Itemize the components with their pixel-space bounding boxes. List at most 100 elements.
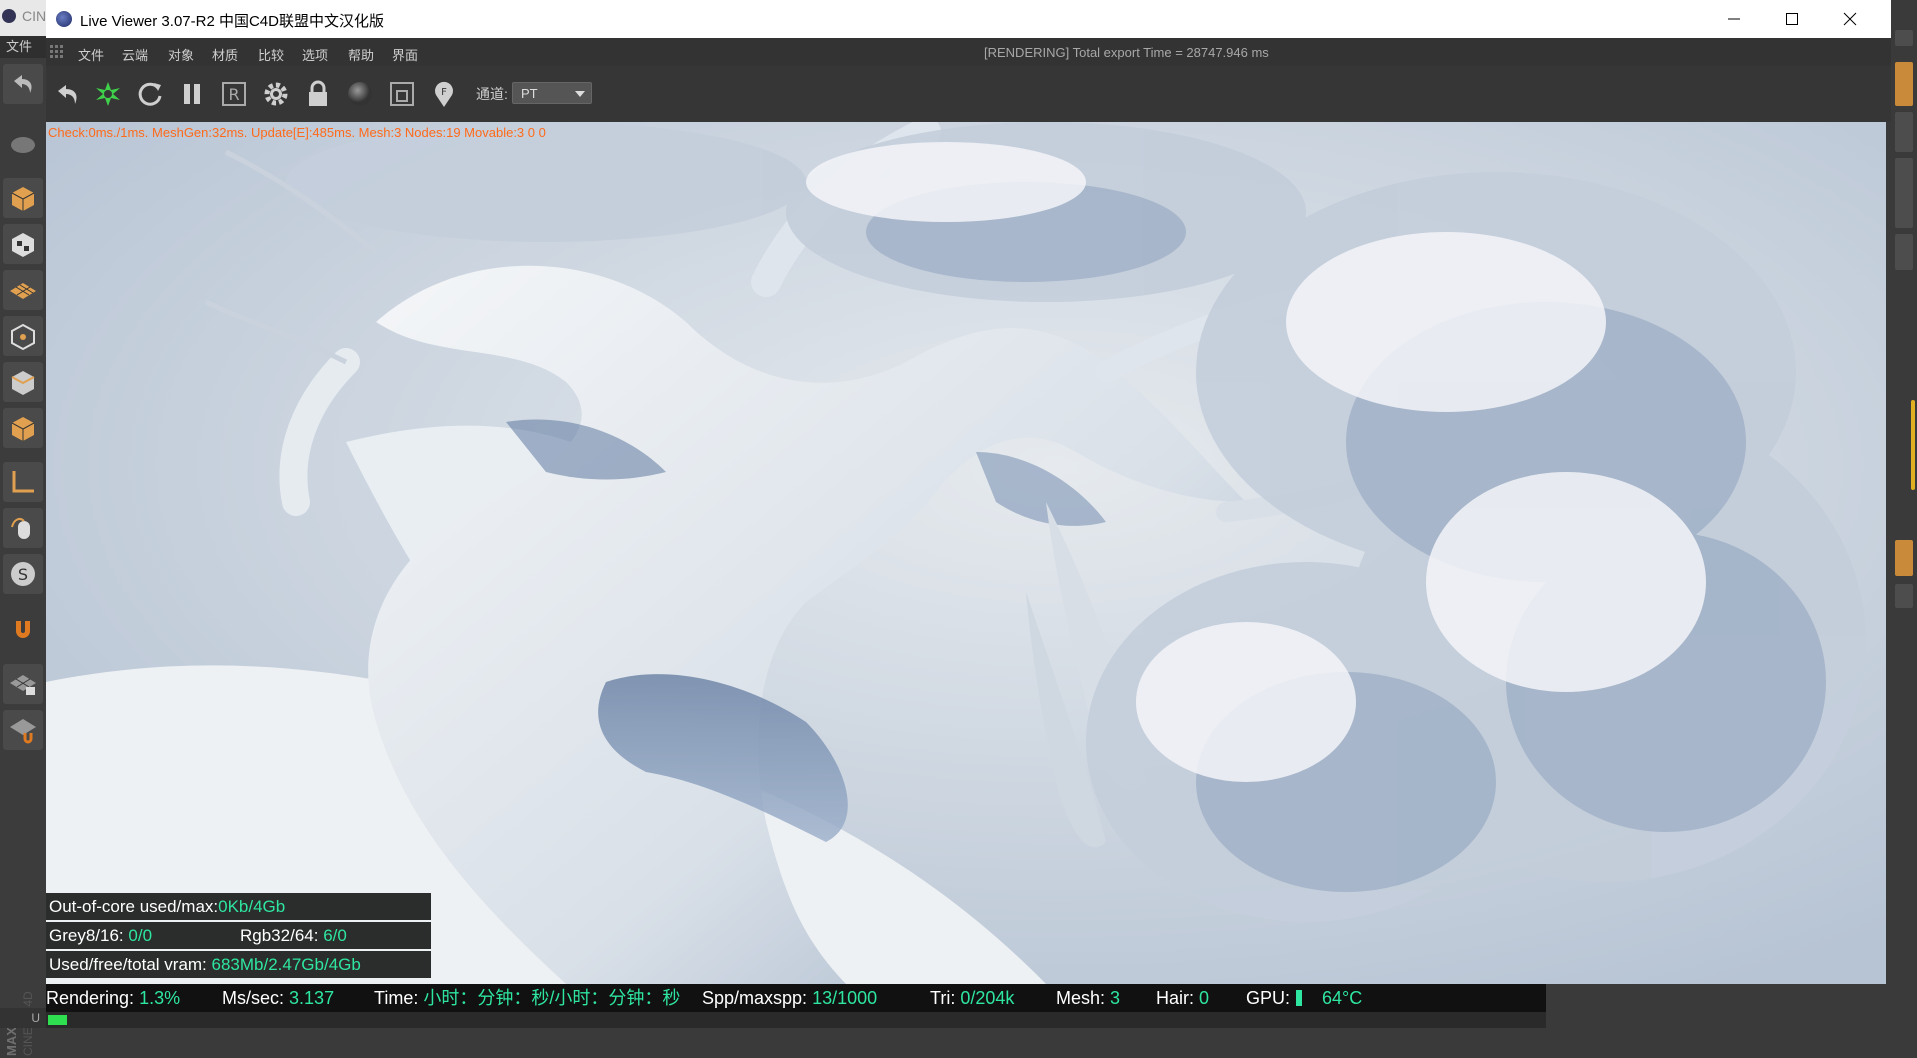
region-r-icon[interactable]: R [216,76,252,112]
mesh-label: Mesh: [1056,988,1106,1008]
rendering-stat: Rendering: 1.3% [46,984,180,1012]
tweak-mouse-icon[interactable] [3,508,43,548]
outofcore-value: 0Kb/4Gb [218,897,286,916]
background-file-menu[interactable]: 文件 [0,36,46,58]
takes-tab[interactable] [1895,112,1913,152]
grey-value: 0/0 [128,926,153,945]
menu-options[interactable]: 选项 [302,45,328,64]
rgb-label: Rgb32/64: [240,926,319,945]
outofcore-stat: Out-of-core used/max:0Kb/4Gb [46,893,431,920]
vram-stat: Used/free/total vram: 683Mb/2.47Gb/4Gb [46,951,431,978]
ms-label: Ms/sec: [222,988,285,1008]
undo-icon[interactable] [50,76,86,112]
close-icon[interactable] [1821,0,1879,38]
rgb-value: 6/0 [323,926,347,945]
undo-view-icon[interactable] [3,64,43,104]
window-titlebar[interactable]: Live Viewer 3.07-R2 中国C4D联盟中文汉化版 [46,0,1891,39]
svg-text:F: F [441,87,447,98]
channel-select-value: PT [521,86,538,101]
hair-stat: Hair: 0 [1156,984,1209,1012]
tri-label: Tri: [930,988,956,1008]
texture-count-stat: Grey8/16: 0/0 Rgb32/64: 6/0 [46,922,431,949]
hair-value: 0 [1199,988,1210,1008]
render-icon[interactable] [90,76,126,112]
grid-lock-icon[interactable] [3,664,43,704]
mesh-value: 3 [1110,988,1121,1008]
menu-file[interactable]: 文件 [78,45,104,64]
grip-icon [50,45,63,58]
model-mode-icon[interactable] [3,178,43,218]
time-label: Time: [374,988,419,1008]
maximize-icon[interactable] [1763,0,1821,38]
background-app-title: CIN [22,8,47,24]
attributes-tab[interactable] [1895,540,1913,576]
viewer-toolbar: R F 通道: PT [46,66,1891,122]
spp-label: Spp/maxspp: [702,988,808,1008]
scroll-marker [1911,400,1915,490]
gpu-label: GPU: [1246,988,1291,1008]
lock-icon[interactable] [300,76,336,112]
live-viewer-window: Live Viewer 3.07-R2 中国C4D联盟中文汉化版 文件 云端 对… [46,0,1891,1028]
texture-mode-icon[interactable] [3,224,43,264]
gpu-stat: GPU: [1246,984,1290,1012]
channel-label: 通道: [476,86,508,102]
workplane-icon[interactable] [3,270,43,310]
pin-f-icon[interactable]: F [426,76,462,112]
debug-info-text: Check:0ms./1ms. MeshGen:32ms. Update[E]:… [48,125,546,140]
settings-gear-icon[interactable] [258,76,294,112]
rendered-tree-image [46,122,1886,984]
tri-value: 0/204k [960,988,1015,1008]
ms-stat: Ms/sec: 3.137 [222,984,334,1012]
render-progress-track [46,1012,1546,1028]
menu-cloud[interactable]: 云端 [122,45,148,64]
menu-object[interactable]: 对象 [168,45,194,64]
snap-s-icon[interactable]: S [3,554,43,594]
background-bottom-label: U [0,1008,46,1028]
minimize-icon[interactable] [1705,0,1763,38]
render-viewport[interactable]: Check:0ms./1ms. MeshGen:32ms. Update[E]:… [46,122,1886,984]
cinema4d-logo-icon [2,9,16,23]
channel-select[interactable]: PT [512,82,592,104]
objects-tab[interactable] [1895,62,1913,106]
polygons-mode-icon[interactable] [3,408,43,448]
menu-material[interactable]: 材质 [212,45,238,64]
maxon-cinema4d-vertical-logo: MAXON CINEMA 4D [4,991,35,1056]
c4d-right-tab-strip [1891,0,1917,1028]
menu-compare[interactable]: 比较 [258,45,284,64]
time-value: 小时：分钟：秒/小时：分钟：秒 [423,988,681,1008]
tri-stat: Tri: 0/204k [930,984,1014,1012]
render-stats-bar: Rendering: 1.3% Ms/sec: 3.137 Time: 小时：分… [46,984,1546,1012]
content-browser-tab[interactable] [1895,158,1913,228]
rgb-stat: Rgb32/64: 6/0 [240,922,347,949]
grey-label: Grey8/16: [49,926,124,945]
vram-label: Used/free/total vram: [49,955,207,974]
frame-icon[interactable] [384,76,420,112]
restart-icon[interactable] [132,76,168,112]
structure-tab[interactable] [1895,234,1913,270]
gpu-load-bar [1296,990,1302,1006]
sculpt-icon[interactable] [3,122,43,162]
grid-magnet-icon[interactable] [3,710,43,750]
edges-mode-icon[interactable] [3,362,43,402]
background-app-titlebar: CIN [0,0,46,36]
rendering-label: Rendering: [46,988,135,1008]
magnet-icon[interactable] [3,610,43,650]
menu-help[interactable]: 帮助 [348,45,374,64]
menu-interface[interactable]: 界面 [392,45,418,64]
points-mode-icon[interactable] [3,316,43,356]
svg-text:R: R [228,85,239,104]
chevron-down-icon [575,91,585,97]
outofcore-label: Out-of-core used/max: [49,897,219,916]
sphere-icon[interactable] [342,76,378,112]
gpu-temp: 64°C [1322,988,1363,1008]
menu-bar: 文件 云端 对象 材质 比较 选项 帮助 界面 [RENDERING] Tota… [46,38,1891,66]
svg-text:S: S [18,565,28,584]
window-title: Live Viewer 3.07-R2 中国C4D联盟中文汉化版 [80,13,384,30]
rendering-value: 1.3% [139,988,181,1008]
spp-value: 13/1000 [812,988,878,1008]
axis-icon[interactable] [3,462,43,502]
time-stat: Time: 小时：分钟：秒/小时：分钟：秒 [374,984,680,1012]
pause-icon[interactable] [174,76,210,112]
layers-tab[interactable] [1895,584,1913,608]
search-icon[interactable] [1895,30,1913,46]
